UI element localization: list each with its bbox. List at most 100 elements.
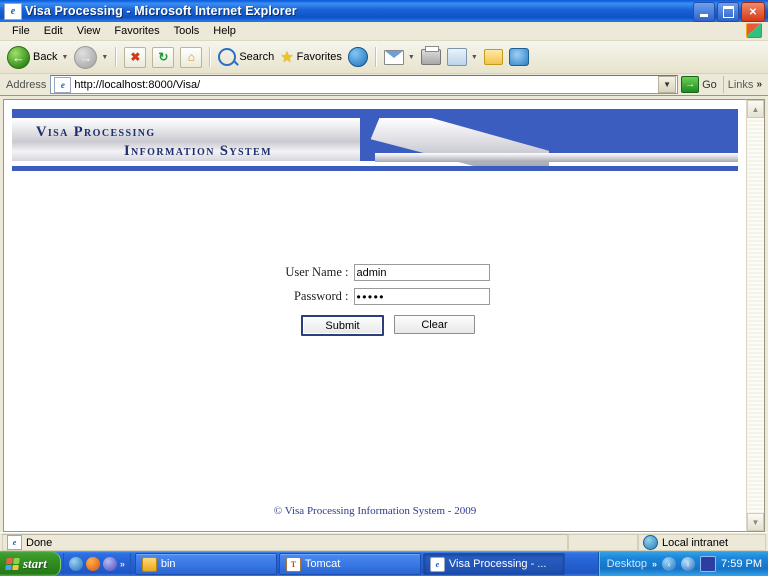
favorites-button[interactable]: ★ Favorites [277,44,345,70]
window-controls: ✕ [693,2,765,22]
taskbar: start » bin T Tomcat e Visa Processing -… [0,551,768,576]
media-globe-icon [347,47,368,67]
banner-title-line1: Visa Processing [36,124,156,140]
menu-item-tools[interactable]: Tools [167,24,207,38]
site-banner: Visa Processing Information System [12,109,738,171]
links-bar[interactable]: Links » [722,76,766,93]
edit-dropdown-icon[interactable]: ▼ [471,54,478,61]
banner-bottom-bar [12,166,738,171]
scroll-up-button[interactable]: ▲ [747,100,764,118]
edit-page-icon [446,48,467,66]
address-input[interactable]: e http://localhost:8000/Visa/ ▼ [50,75,679,94]
username-row: User Name : [261,264,490,281]
page-icon: e [54,76,72,93]
tray-back-icon[interactable]: ‹ [662,557,677,571]
messenger-button[interactable] [506,44,532,70]
menu-item-file[interactable]: File [5,24,37,38]
vertical-scrollbar[interactable]: ▲ ▼ [746,99,765,532]
status-bar: e Done Local intranet [0,532,768,552]
password-label: Password : [293,289,349,303]
refresh-button[interactable]: ↻ [149,44,177,70]
go-button[interactable]: → Go [678,76,723,93]
taskbar-item-visa-label: Visa Processing - ... [448,558,547,570]
security-zone-cell: Local intranet [638,534,766,551]
links-chevron-icon[interactable]: » [756,79,762,90]
back-arrow-icon: ← [7,45,30,69]
taskbar-item-tomcat-label: Tomcat [304,558,341,570]
address-url-text: http://localhost:8000/Visa/ [74,78,201,91]
print-button[interactable] [418,44,444,70]
links-label: Links [727,78,754,91]
quicklaunch-chevron-icon[interactable]: » [120,559,125,569]
start-button[interactable]: start [0,552,61,576]
intranet-zone-icon [643,535,658,550]
taskbar-item-bin[interactable]: bin [134,553,277,575]
start-label: start [23,556,47,571]
menu-bar: File Edit View Favorites Tools Help [0,22,768,41]
window-title: Visa Processing - Microsoft Internet Exp… [25,4,297,18]
tray-chevron-icon[interactable]: » [652,559,657,569]
forward-dropdown-icon[interactable]: ▼ [101,54,108,61]
back-dropdown-icon[interactable]: ▼ [61,54,68,61]
star-icon: ★ [280,48,294,66]
login-form: User Name : Password : Submit Clear [4,264,746,336]
address-dropdown-icon[interactable]: ▼ [658,76,677,93]
mail-icon [383,49,404,65]
quicklaunch-ie-icon[interactable] [68,557,83,571]
clear-button[interactable]: Clear [394,315,475,334]
clock[interactable]: 7:59 PM [721,558,762,570]
form-buttons: Submit Clear [301,315,475,336]
close-button[interactable]: ✕ [741,2,765,22]
search-label: Search [239,51,275,63]
quicklaunch-firefox-icon[interactable] [85,557,100,571]
refresh-icon: ↻ [152,46,175,68]
banner-silver-strip [375,153,738,162]
notes-button[interactable] [481,44,506,70]
mail-button[interactable]: ▼ [381,44,418,70]
system-tray: Desktop » ‹ i 7:59 PM [597,552,768,576]
scrollbar-track[interactable] [747,118,764,513]
security-zone-text: Local intranet [662,536,729,549]
submit-button[interactable]: Submit [301,315,384,336]
restore-button[interactable] [717,2,739,22]
back-button[interactable]: ← Back ▼ [4,44,71,70]
password-input[interactable] [353,288,490,305]
web-page-content: Visa Processing Information System User … [3,99,746,532]
notes-icon [483,49,503,65]
search-icon [218,48,237,66]
taskbar-item-visa-processing[interactable]: e Visa Processing - ... [422,553,565,575]
media-button[interactable] [345,44,371,70]
quicklaunch-app-icon[interactable] [102,557,117,571]
taskbar-item-tomcat[interactable]: T Tomcat [278,553,421,575]
desktop-screen: e Visa Processing - Microsoft Internet E… [0,0,768,576]
tray-info-icon[interactable]: i [681,557,696,571]
menu-item-favorites[interactable]: Favorites [107,24,166,38]
minimize-button[interactable] [693,2,715,22]
search-button[interactable]: Search [215,44,277,70]
status-spacer-cell [568,534,638,551]
tomcat-icon: T [285,556,301,572]
address-label: Address [6,78,47,91]
status-text-cell: e Done [2,534,568,551]
username-input[interactable] [353,264,490,281]
toolbar-separator [115,47,118,67]
tray-desktop-label[interactable]: Desktop [607,558,647,570]
page-footer: © Visa Processing Information System - 2… [273,505,477,517]
stop-button[interactable]: ✖ [121,44,149,70]
home-icon: ⌂ [180,46,203,68]
messenger-icon [508,48,529,66]
home-button[interactable]: ⌂ [177,44,205,70]
tray-network-icon[interactable] [700,556,717,572]
scroll-down-button[interactable]: ▼ [747,513,764,531]
windows-flag-icon [746,23,762,38]
menu-item-view[interactable]: View [70,24,108,38]
mail-dropdown-icon[interactable]: ▼ [408,54,415,61]
forward-button[interactable]: → ▼ [71,44,111,70]
edit-button[interactable]: ▼ [444,44,481,70]
windows-logo-icon [5,558,20,570]
menu-item-help[interactable]: Help [206,24,243,38]
forward-arrow-icon: → [74,45,98,69]
favorites-label: Favorites [296,51,342,63]
browser-window: e Visa Processing - Microsoft Internet E… [0,0,768,552]
menu-item-edit[interactable]: Edit [37,24,70,38]
